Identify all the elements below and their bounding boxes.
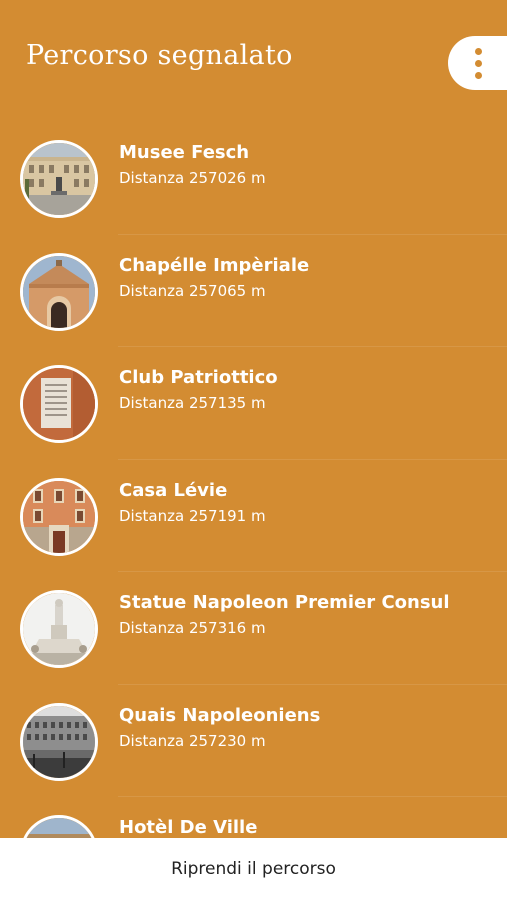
resume-route-label: Riprendi il percorso (171, 859, 336, 879)
poi-thumbnail (20, 702, 98, 781)
poi-name: Statue Napoleon Premier Consul (119, 592, 450, 613)
poi-name: Chapélle Impèriale (119, 254, 310, 276)
poi-thumbnail (20, 590, 98, 668)
poi-name: Musee Fesch (119, 142, 250, 163)
list-item[interactable]: Club Patriottico Distanza 257135 m (0, 347, 507, 460)
resume-route-button[interactable]: Riprendi il percorso (0, 838, 507, 900)
list-item[interactable]: Casa Lévie Distanza 257191 m (0, 460, 507, 572)
app-header: Percorso segnalato (0, 0, 507, 110)
poi-thumbnail (20, 140, 98, 218)
more-vertical-icon (475, 47, 482, 55)
more-vertical-icon-dot (475, 59, 482, 67)
points-of-interest-list: Musee Fesch Distanza 257026 m Chapélle I… (0, 122, 507, 838)
poi-thumbnail (20, 365, 98, 443)
poi-distance: Distanza 257230 m (119, 731, 266, 750)
poi-name: Quais Napoleoniens (119, 704, 321, 726)
poi-name: Casa Lévie (119, 479, 228, 501)
poi-distance: Distanza 257316 m (119, 619, 266, 637)
poi-distance: Distanza 257191 m (119, 506, 266, 525)
list-item[interactable]: Quais Napoleoniens Distanza 257230 m (0, 685, 507, 797)
poi-name: Hotèl De Ville (119, 817, 258, 838)
poi-distance: Distanza 257065 m (119, 281, 266, 300)
poi-thumbnail (20, 252, 98, 331)
list-item[interactable]: Hotèl De Ville (0, 797, 507, 838)
more-vertical-icon-dot (475, 71, 482, 79)
poi-distance: Distanza 257135 m (119, 394, 266, 412)
list-item[interactable]: Chapélle Impèriale Distanza 257065 m (0, 235, 507, 347)
poi-distance: Distanza 257026 m (119, 169, 266, 187)
poi-thumbnail (20, 815, 98, 838)
more-options-button[interactable] (448, 36, 507, 90)
poi-name: Club Patriottico (119, 367, 278, 388)
list-item[interactable]: Statue Napoleon Premier Consul Distanza … (0, 572, 507, 685)
page-title: Percorso segnalato (26, 40, 293, 71)
list-item[interactable]: Musee Fesch Distanza 257026 m (0, 122, 507, 235)
poi-thumbnail (20, 477, 98, 556)
